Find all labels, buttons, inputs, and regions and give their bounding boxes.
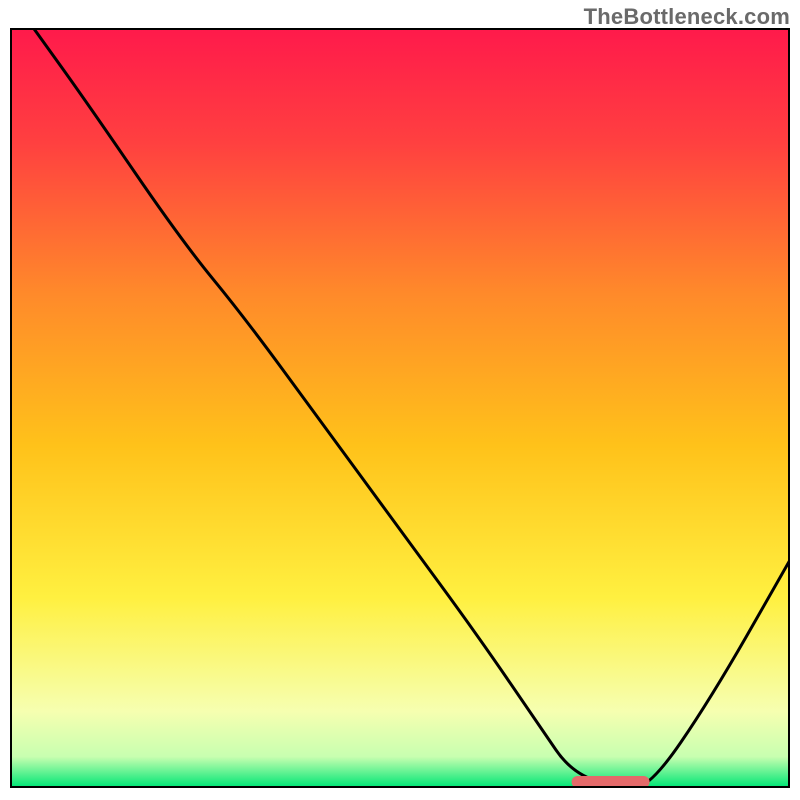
chart-svg: [10, 28, 790, 788]
chart-stage: TheBottleneck.com: [0, 0, 800, 800]
gradient-background: [11, 29, 789, 787]
watermark-text: TheBottleneck.com: [584, 4, 790, 30]
